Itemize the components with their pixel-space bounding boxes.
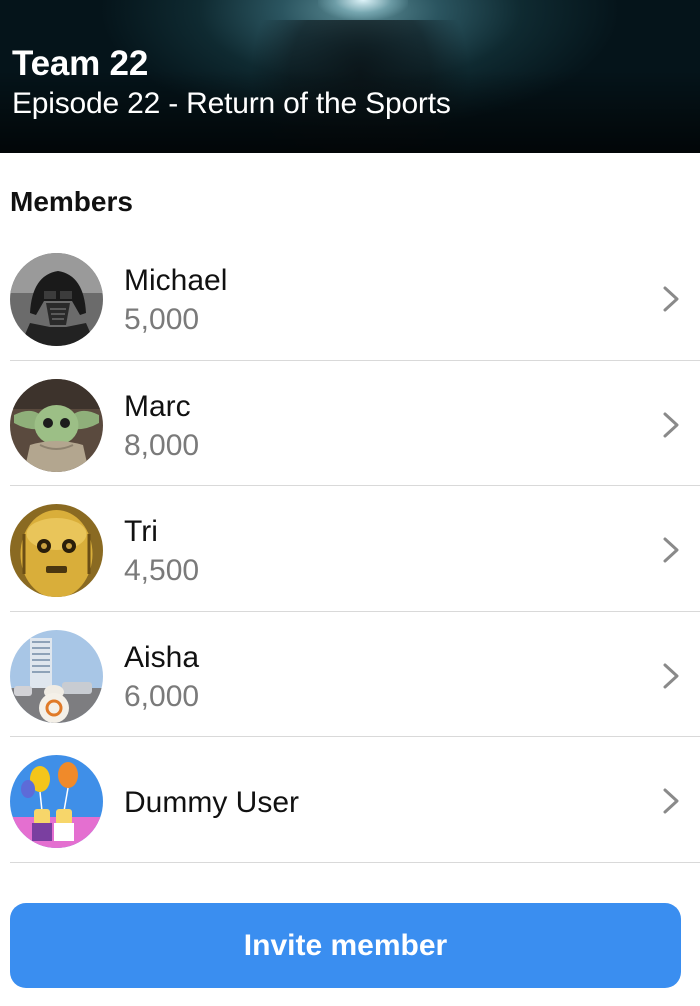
chevron-right-icon bbox=[663, 537, 679, 563]
member-score: 5,000 bbox=[124, 303, 200, 336]
green-alien-avatar bbox=[10, 378, 103, 472]
invite-member-button[interactable]: Invite member bbox=[10, 903, 681, 988]
gold-robot-avatar bbox=[10, 504, 103, 597]
balloon-figures-avatar bbox=[10, 755, 103, 848]
member-name: Marc bbox=[124, 389, 191, 423]
member-row-michael[interactable]: Michael 5,000 bbox=[0, 235, 700, 361]
member-row-tri[interactable]: Tri 4,500 bbox=[0, 486, 700, 612]
member-name: Tri bbox=[124, 515, 158, 548]
chevron-right-icon bbox=[663, 788, 679, 814]
member-score: 4,500 bbox=[124, 554, 200, 587]
member-row-dummy-user[interactable]: Dummy User bbox=[0, 737, 700, 863]
chevron-right-icon bbox=[663, 663, 679, 688]
chevron-right-icon bbox=[663, 286, 679, 312]
header-background-light bbox=[318, 0, 408, 20]
team-header: Team 22 Episode 22 - Return of the Sport… bbox=[0, 0, 700, 153]
members-heading: Members bbox=[10, 186, 133, 217]
episode-subtitle: Episode 22 - Return of the Sports bbox=[12, 87, 451, 120]
team-title: Team 22 bbox=[12, 44, 149, 83]
rolling-droid-avatar bbox=[10, 629, 103, 723]
member-row-marc[interactable]: Marc 8,000 bbox=[0, 361, 700, 487]
member-row-aisha[interactable]: Aisha 6,000 bbox=[0, 612, 700, 738]
member-score: 8,000 bbox=[124, 428, 200, 462]
member-list: Michael 5,000 Marc 8,000 Tri 4,500 Aisha… bbox=[0, 235, 700, 863]
masked-helmet-avatar bbox=[10, 253, 103, 346]
member-name: Michael bbox=[124, 264, 228, 297]
chevron-right-icon bbox=[663, 412, 679, 437]
member-name: Dummy User bbox=[124, 786, 300, 819]
member-name: Aisha bbox=[124, 640, 200, 674]
member-score: 6,000 bbox=[124, 679, 200, 713]
